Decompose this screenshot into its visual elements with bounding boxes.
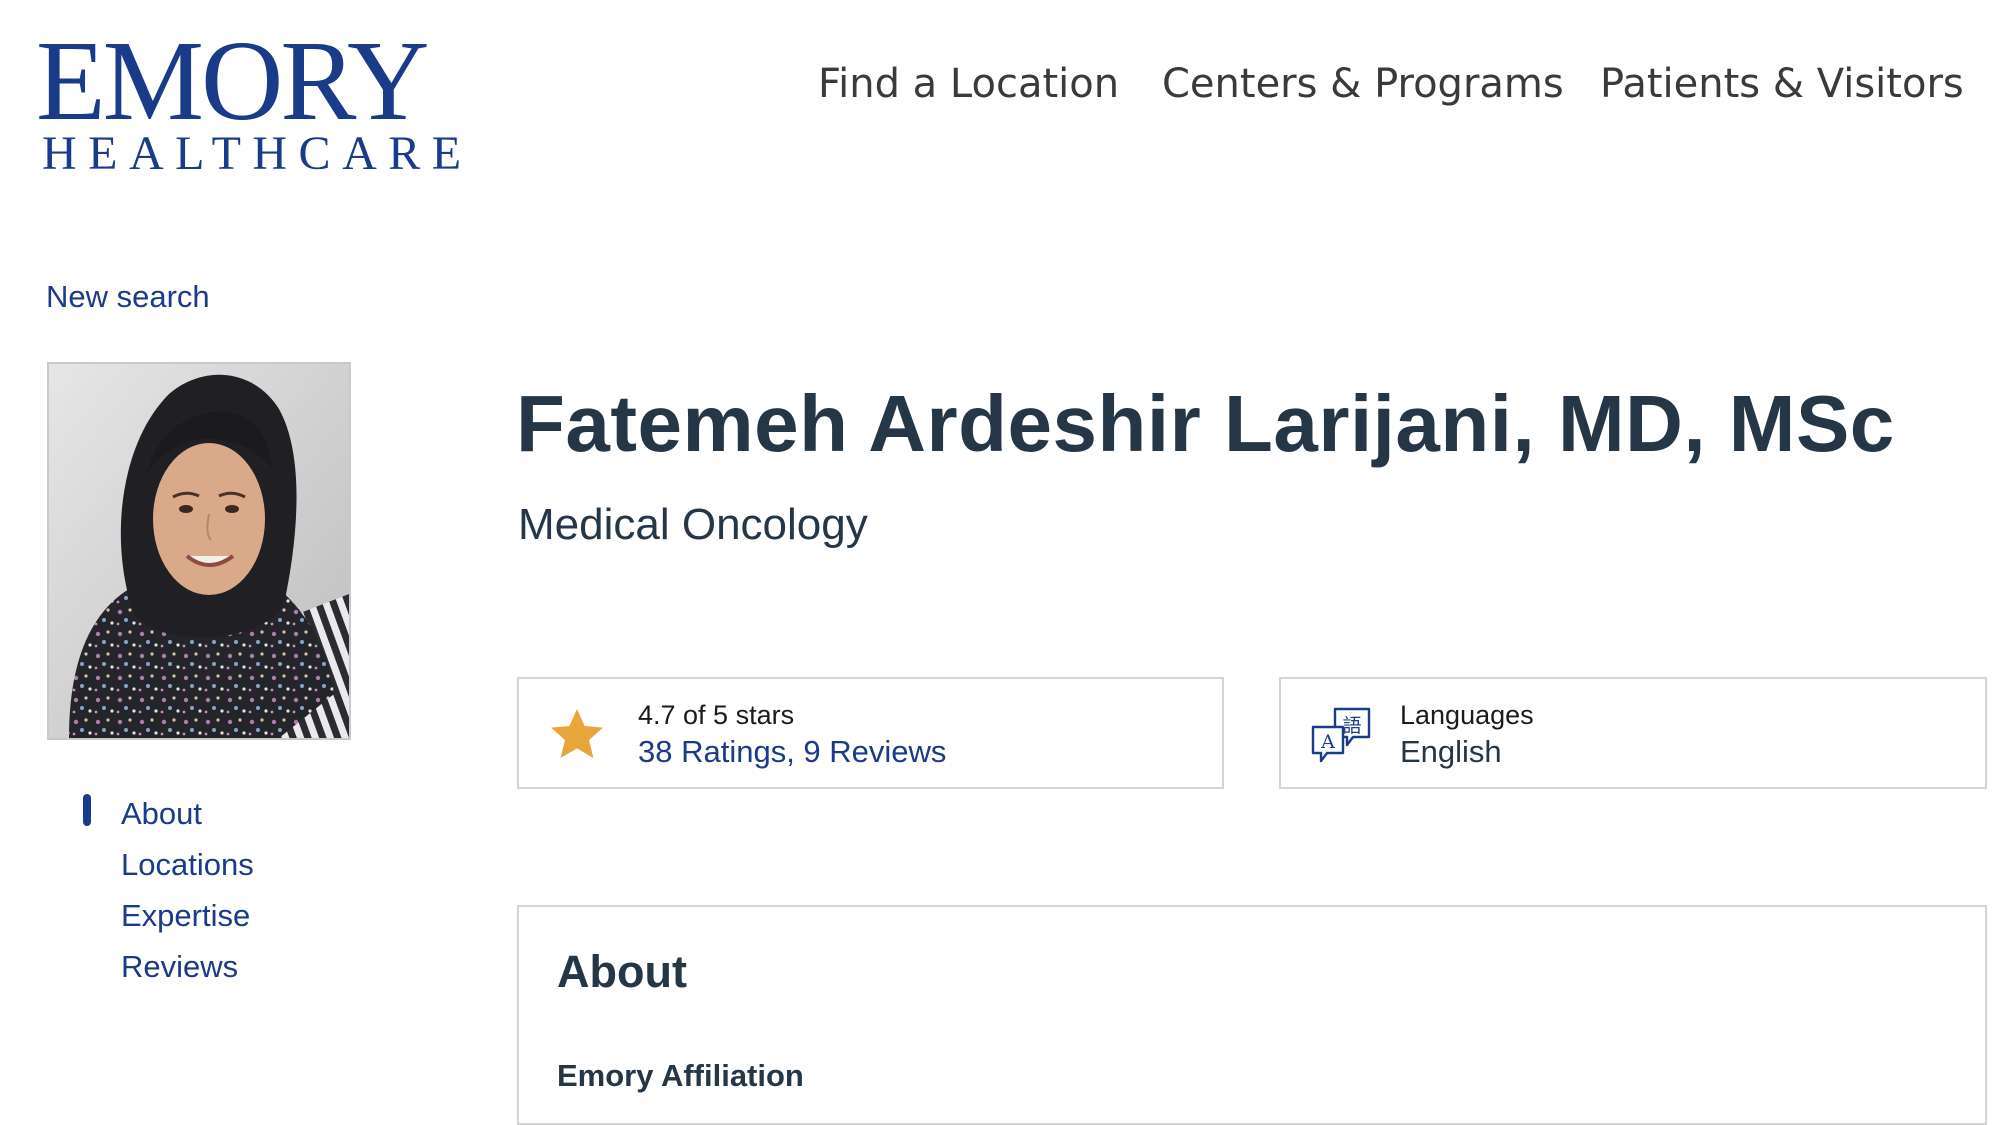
translate-icon: 語 A [1309,705,1371,765]
about-heading: About [557,946,687,997]
active-section-indicator [83,794,91,826]
primary-nav: Find a Location Centers & Programs Patie… [0,58,2000,118]
sidebar-item-reviews[interactable]: Reviews [121,941,401,992]
svg-text:A: A [1320,731,1335,753]
sidebar-item-about[interactable]: About [121,788,401,839]
sidebar-item-expertise[interactable]: Expertise [121,890,401,941]
about-section: About Emory Affiliation [517,905,1987,1125]
doctor-specialty: Medical Oncology [518,500,868,549]
rating-card: 4.7 of 5 stars 38 Ratings, 9 Reviews [517,677,1224,789]
svg-text:語: 語 [1342,715,1361,737]
sidebar-item-locations[interactable]: Locations [121,839,401,890]
doctor-name: Fatemeh Ardeshir Larijani, MD, MSc [516,379,1895,468]
logo-subtitle: HEALTHCARE [42,127,473,180]
doctor-portrait-image [49,364,349,738]
star-icon [547,705,607,765]
rating-summary: 4.7 of 5 stars [638,700,795,730]
new-search-link[interactable]: New search [46,278,210,316]
nav-find-a-location[interactable]: Find a Location [818,58,1119,110]
profile-section-nav: About Locations Expertise Reviews [121,788,401,992]
nav-patients-visitors[interactable]: Patients & Visitors [1600,58,1964,110]
ratings-reviews-link[interactable]: 38 Ratings, 9 Reviews [638,734,946,769]
emory-affiliation-heading: Emory Affiliation [557,1058,804,1093]
doctor-photo [47,362,351,740]
languages-label: Languages [1400,700,1534,730]
languages-value: English [1400,734,1502,769]
languages-card: 語 A Languages English [1279,677,1987,789]
nav-centers-programs[interactable]: Centers & Programs [1162,58,1564,110]
